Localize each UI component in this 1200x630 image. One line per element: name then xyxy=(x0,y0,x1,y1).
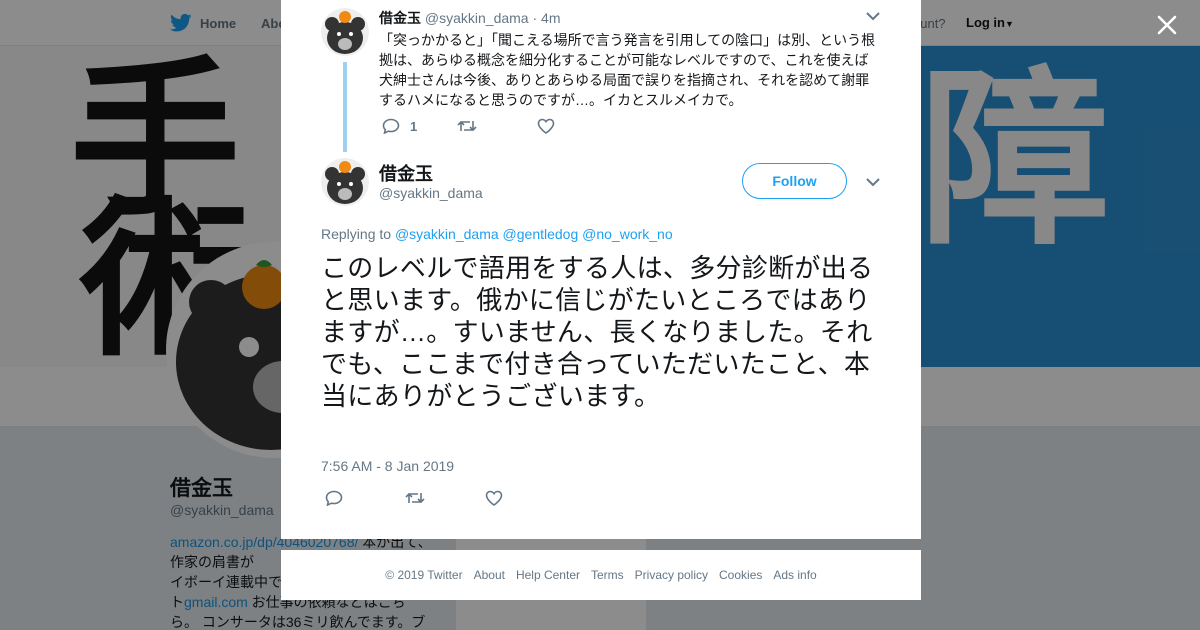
copyright: © 2019 Twitter xyxy=(385,568,463,582)
previous-tweet[interactable]: 借金玉 @syakkin_dama · 4m 「突っかかると」「聞こえる場所で言… xyxy=(379,8,879,110)
tweet-text: このレベルで語用をする人は、多分診断が出ると思います。俄かに信じがたいところでは… xyxy=(321,253,874,411)
footer-link-about[interactable]: About xyxy=(474,568,505,582)
close-icon[interactable] xyxy=(1152,10,1182,40)
tweet-author-name[interactable]: 借金玉 xyxy=(379,160,433,186)
replying-prefix: Replying to xyxy=(321,226,395,242)
tweet-actions xyxy=(325,490,503,506)
tweet-header: 借金玉 @syakkin_dama · 4m xyxy=(379,8,879,28)
tweet-avatar[interactable] xyxy=(321,158,369,206)
follow-button[interactable]: Follow xyxy=(742,163,847,199)
heart-icon xyxy=(537,118,555,134)
mention-link[interactable]: @gentledog xyxy=(503,226,579,242)
retweet-icon xyxy=(405,492,425,504)
tweet-time[interactable]: · 4m xyxy=(532,10,560,26)
footer-link-ads-info[interactable]: Ads info xyxy=(773,568,816,582)
mention-link[interactable]: @syakkin_dama xyxy=(395,226,499,242)
reply-count: 1 xyxy=(410,118,418,134)
reply-action[interactable] xyxy=(325,490,343,506)
modal-footer: © 2019 Twitter About Help Center Terms P… xyxy=(281,550,921,600)
thread-connector xyxy=(343,62,347,152)
bear-avatar-icon xyxy=(321,8,369,56)
footer-link-terms[interactable]: Terms xyxy=(591,568,624,582)
footer-link-privacy[interactable]: Privacy policy xyxy=(635,568,708,582)
tweet-author-handle[interactable]: @syakkin_dama xyxy=(379,185,483,201)
like-action[interactable] xyxy=(537,118,555,134)
tweet-author-name[interactable]: 借金玉 xyxy=(379,10,421,26)
chevron-down-icon[interactable] xyxy=(866,11,880,21)
tweet-timestamp[interactable]: 7:56 AM - 8 Jan 2019 xyxy=(321,458,454,474)
retweet-icon xyxy=(457,120,477,132)
tweet-text: 「突っかかると」「聞こえる場所で言う発言を引用しての陰口」は別、という根拠は、あ… xyxy=(379,32,876,108)
mention-link[interactable]: @no_work_no xyxy=(582,226,673,242)
tweet-avatar[interactable] xyxy=(321,8,369,56)
tweet-author-handle[interactable]: @syakkin_dama xyxy=(425,10,529,26)
chevron-down-icon[interactable] xyxy=(866,177,880,187)
reply-icon xyxy=(382,118,400,134)
tweet-permalink-modal: 借金玉 @syakkin_dama · 4m 「突っかかると」「聞こえる場所で言… xyxy=(281,0,921,539)
retweet-action[interactable] xyxy=(457,118,477,134)
reply-icon xyxy=(325,490,343,506)
like-action[interactable] xyxy=(485,490,503,506)
bear-avatar-icon xyxy=(321,158,369,206)
reply-action[interactable]: 1 xyxy=(382,118,417,134)
footer-link-help-center[interactable]: Help Center xyxy=(516,568,580,582)
retweet-action[interactable] xyxy=(405,490,425,506)
footer-link-cookies[interactable]: Cookies xyxy=(719,568,762,582)
heart-icon xyxy=(485,490,503,506)
replying-to: Replying to @syakkin_dama @gentledog @no… xyxy=(321,226,673,242)
tweet-actions: 1 xyxy=(382,118,555,134)
